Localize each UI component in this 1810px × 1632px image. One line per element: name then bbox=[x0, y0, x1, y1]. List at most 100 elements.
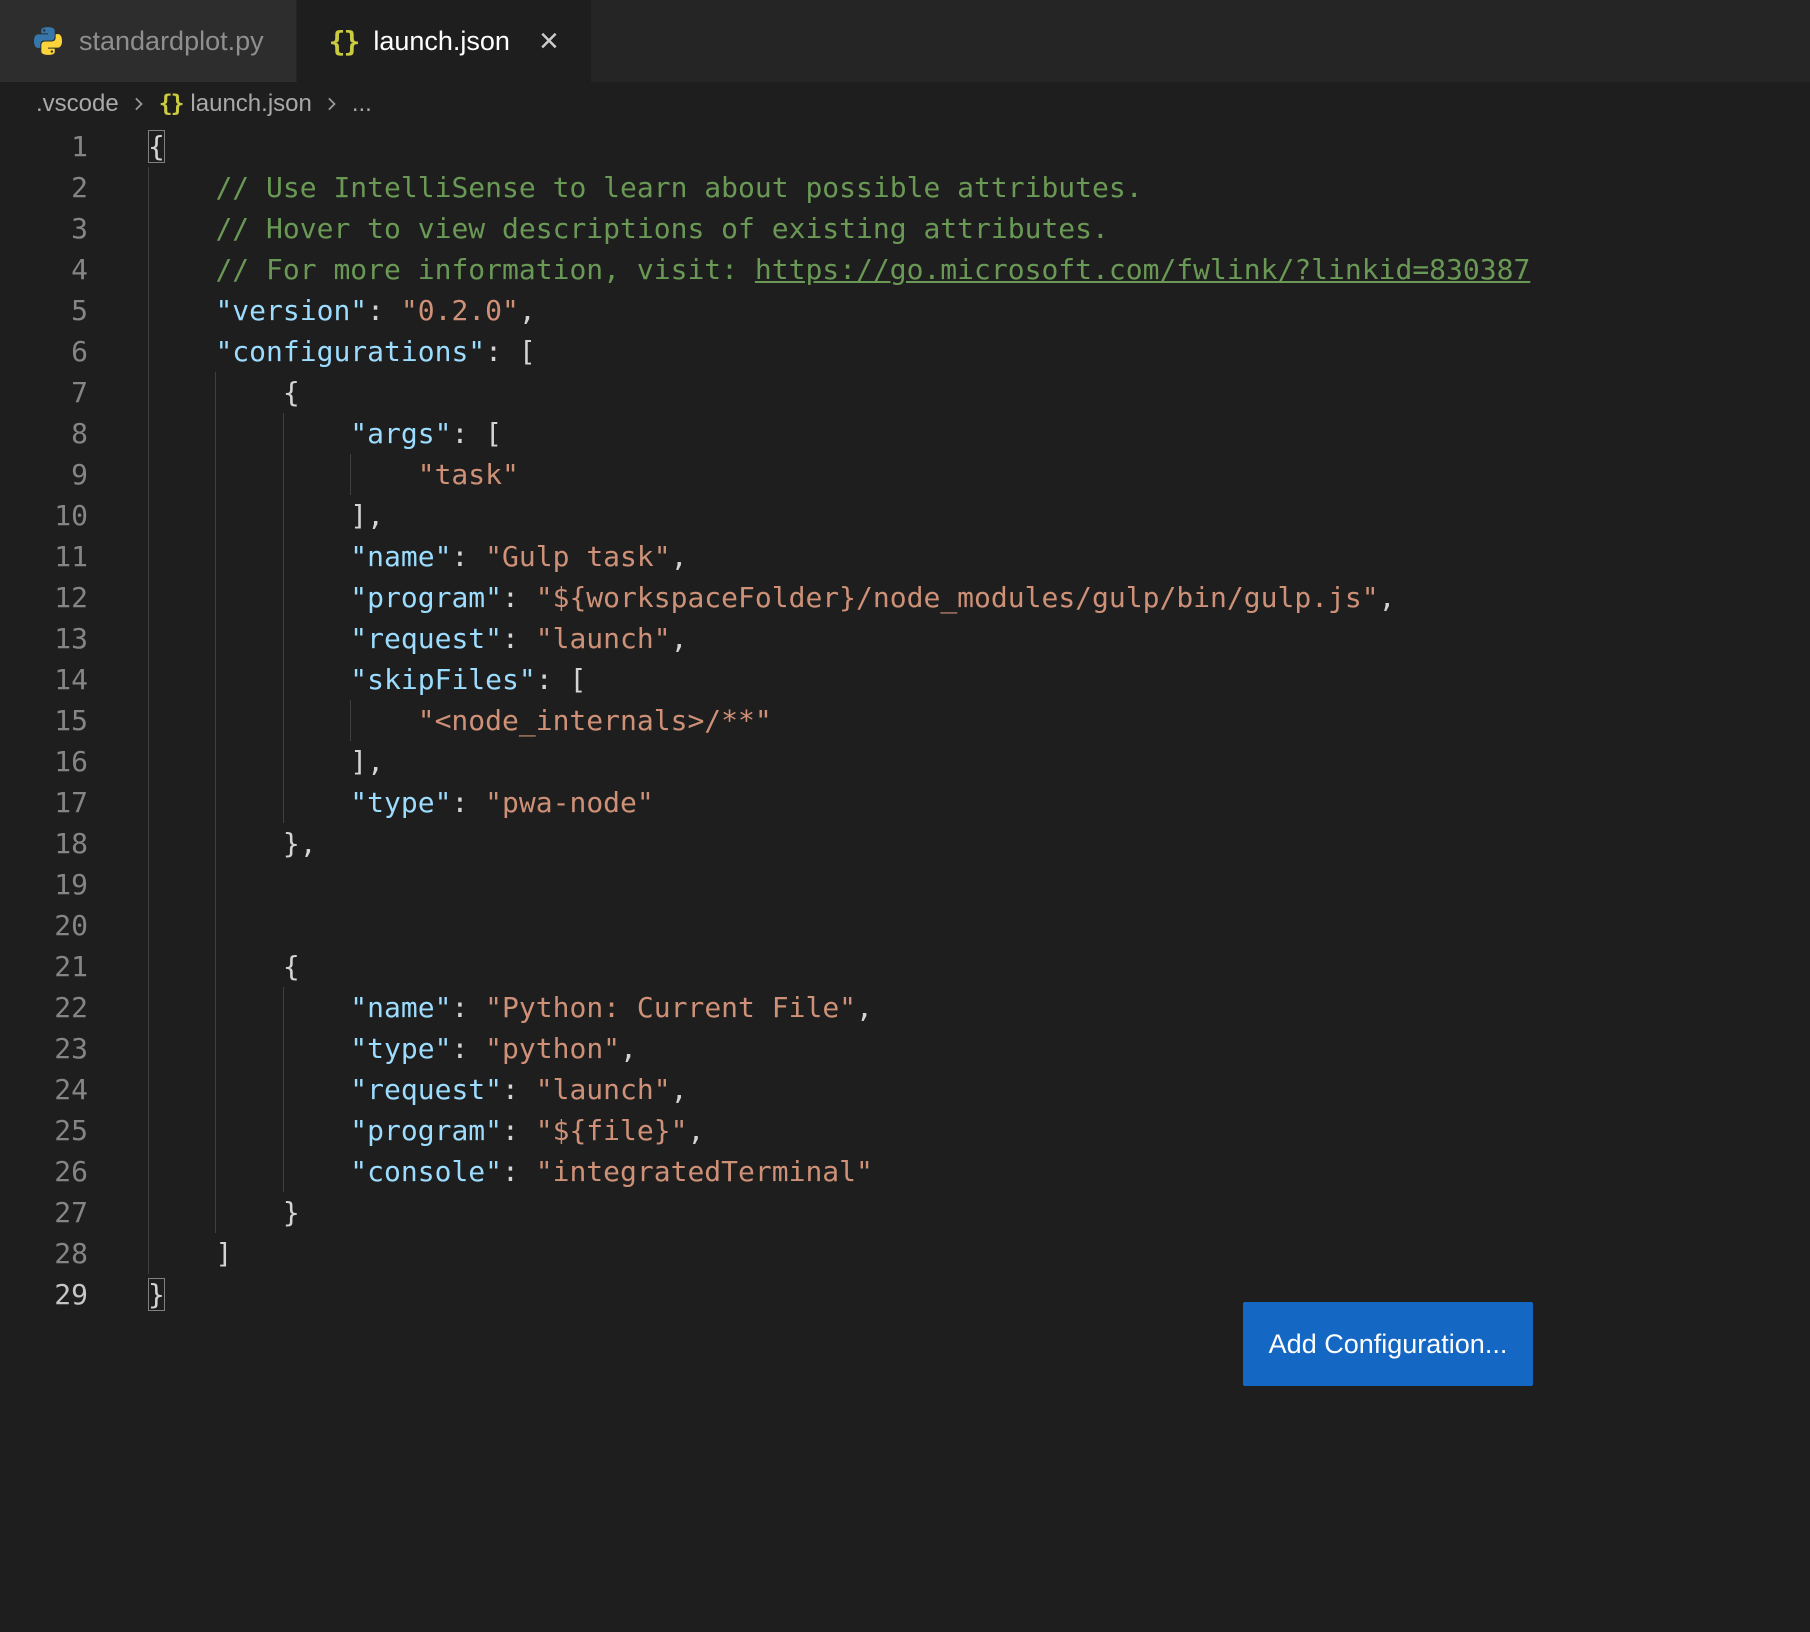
code-token: ], bbox=[350, 499, 384, 532]
code-token bbox=[148, 622, 350, 655]
code-line: 24 "request": "launch", bbox=[0, 1069, 1810, 1110]
code-token: // Use IntelliSense to learn about possi… bbox=[215, 171, 1142, 204]
line-number: 8 bbox=[0, 413, 88, 454]
code-token: , bbox=[620, 1032, 637, 1065]
code-line: 5 "version": "0.2.0", bbox=[0, 290, 1810, 331]
indent-guide bbox=[215, 659, 216, 700]
code-token bbox=[148, 1032, 350, 1065]
indent-guide bbox=[148, 905, 149, 946]
code-line: 19 bbox=[0, 864, 1810, 905]
code-line: 29} bbox=[0, 1274, 1810, 1315]
line-number: 29 bbox=[0, 1274, 88, 1315]
code-token: : bbox=[502, 622, 536, 655]
line-number: 6 bbox=[0, 331, 88, 372]
code-line: 22 "name": "Python: Current File", bbox=[0, 987, 1810, 1028]
indent-guide bbox=[283, 782, 284, 823]
code-token: : bbox=[502, 1155, 536, 1188]
python-icon bbox=[32, 25, 64, 57]
code-text: } bbox=[148, 1192, 300, 1233]
code-text: // Use IntelliSense to learn about possi… bbox=[148, 167, 1143, 208]
code-text: "version": "0.2.0", bbox=[148, 290, 536, 331]
line-number: 18 bbox=[0, 823, 88, 864]
code-line: 11 "name": "Gulp task", bbox=[0, 536, 1810, 577]
code-token: "<node_internals>/**" bbox=[418, 704, 772, 737]
code-line: 28 ] bbox=[0, 1233, 1810, 1274]
line-number: 12 bbox=[0, 577, 88, 618]
code-token: , bbox=[519, 294, 536, 327]
indent-guide bbox=[283, 659, 284, 700]
indent-guide bbox=[215, 454, 216, 495]
code-line: 2 // Use IntelliSense to learn about pos… bbox=[0, 167, 1810, 208]
code-line: 1{ bbox=[0, 126, 1810, 167]
code-line: 7 { bbox=[0, 372, 1810, 413]
code-token: "type" bbox=[350, 786, 451, 819]
code-token: "skipFiles" bbox=[350, 663, 535, 696]
code-token: "console" bbox=[350, 1155, 502, 1188]
close-icon[interactable]: × bbox=[539, 24, 559, 58]
code-text: } bbox=[148, 1274, 165, 1315]
comment-link[interactable]: https://go.microsoft.com/fwlink/?linkid=… bbox=[755, 253, 1530, 286]
code-line: 14 "skipFiles": [ bbox=[0, 659, 1810, 700]
indent-guide bbox=[350, 700, 351, 741]
code-token bbox=[148, 540, 350, 573]
code-token bbox=[148, 499, 350, 532]
code-token bbox=[148, 171, 215, 204]
code-text: "args": [ bbox=[148, 413, 502, 454]
indent-guide bbox=[148, 577, 149, 618]
breadcrumb-folder[interactable]: .vscode bbox=[36, 90, 119, 118]
chevron-right-icon bbox=[322, 94, 342, 114]
breadcrumb-file[interactable]: launch.json bbox=[190, 90, 311, 118]
indent-guide bbox=[148, 1151, 149, 1192]
code-token: "python" bbox=[485, 1032, 620, 1065]
indent-guide bbox=[215, 536, 216, 577]
line-number: 15 bbox=[0, 700, 88, 741]
code-token: "configurations" bbox=[215, 335, 485, 368]
code-token: , bbox=[671, 622, 688, 655]
indent-guide bbox=[283, 741, 284, 782]
indent-guide bbox=[283, 577, 284, 618]
code-token: "args" bbox=[350, 417, 451, 450]
indent-guide bbox=[215, 1192, 216, 1233]
code-token bbox=[148, 335, 215, 368]
code-line: 17 "type": "pwa-node" bbox=[0, 782, 1810, 823]
indent-guide bbox=[283, 495, 284, 536]
code-token: "name" bbox=[350, 991, 451, 1024]
code-token: }, bbox=[283, 827, 317, 860]
indent-guide bbox=[148, 823, 149, 864]
indent-guide bbox=[215, 823, 216, 864]
code-token: : [ bbox=[451, 417, 502, 450]
indent-guide bbox=[215, 905, 216, 946]
indent-guide bbox=[148, 372, 149, 413]
code-line: 18 }, bbox=[0, 823, 1810, 864]
indent-guide bbox=[215, 741, 216, 782]
tab-launch-json[interactable]: {} launch.json × bbox=[297, 0, 591, 82]
breadcrumb-ellipsis[interactable]: ... bbox=[352, 90, 372, 118]
code-token: : bbox=[367, 294, 401, 327]
indent-guide bbox=[148, 946, 149, 987]
code-line: 13 "request": "launch", bbox=[0, 618, 1810, 659]
code-token: } bbox=[283, 1196, 300, 1229]
code-editor[interactable]: 1{2 // Use IntelliSense to learn about p… bbox=[0, 126, 1810, 1315]
indent-guide bbox=[148, 782, 149, 823]
code-line: 26 "console": "integratedTerminal" bbox=[0, 1151, 1810, 1192]
code-text: ], bbox=[148, 495, 384, 536]
line-number: 9 bbox=[0, 454, 88, 495]
indent-guide bbox=[283, 987, 284, 1028]
code-token bbox=[148, 1237, 215, 1270]
tab-standardplot-py[interactable]: standardplot.py bbox=[0, 0, 297, 82]
indent-guide bbox=[283, 618, 284, 659]
code-line: 23 "type": "python", bbox=[0, 1028, 1810, 1069]
code-line: 15 "<node_internals>/**" bbox=[0, 700, 1810, 741]
code-token: } bbox=[148, 1278, 165, 1311]
code-text: ], bbox=[148, 741, 384, 782]
code-line: 12 "program": "${workspaceFolder}/node_m… bbox=[0, 577, 1810, 618]
line-number: 26 bbox=[0, 1151, 88, 1192]
line-number: 7 bbox=[0, 372, 88, 413]
code-line: 8 "args": [ bbox=[0, 413, 1810, 454]
indent-guide bbox=[148, 1233, 149, 1274]
code-token bbox=[148, 1155, 350, 1188]
code-text: "program": "${file}", bbox=[148, 1110, 704, 1151]
add-configuration-button[interactable]: Add Configuration... bbox=[1243, 1302, 1533, 1386]
indent-guide bbox=[283, 413, 284, 454]
indent-guide bbox=[215, 946, 216, 987]
